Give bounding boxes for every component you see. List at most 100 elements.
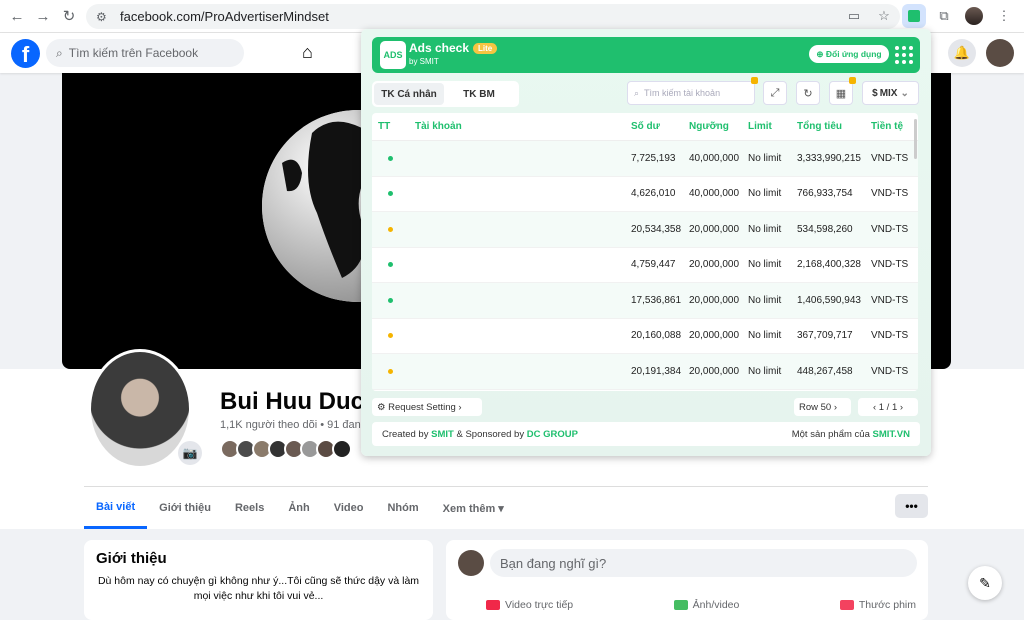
refresh-icon[interactable]: ↻ [796,81,820,105]
tab-posts[interactable]: Bài viết [84,487,148,529]
back-icon[interactable]: ← [4,3,30,29]
photo-video-button[interactable]: Ảnh/video [673,599,740,611]
table-row[interactable]: 4,626,010 40,000,000 No limit 766,933,754 VN… [372,177,918,212]
tab-personal-accounts[interactable]: TK Cá nhân [374,83,444,105]
column-limit[interactable]: Limit [748,121,797,132]
footer-product-label: Một sản phẩm của [791,428,870,440]
footer-created-by: Created by [382,428,429,440]
status-dot-icon [388,297,393,303]
limit-cell: No limit [748,223,782,235]
post-composer-input[interactable]: Bạn đang nghĩ gì? [490,549,917,577]
currency-cell: VND-TS [871,259,909,271]
table-row[interactable]: 4,759,447 20,000,000 No limit 2,168,400,328… [372,248,918,283]
notifications-bell-icon[interactable]: 🔔 [948,39,976,67]
photo-video-label: Ảnh/video [692,599,740,611]
profile-picture[interactable] [88,349,192,469]
spent-cell: 3,333,990,215 [797,152,861,164]
currency-mix-select[interactable]: $ MIX ⌄ [862,81,919,105]
limit-cell: No limit [748,294,782,306]
forward-icon[interactable]: → [30,3,56,29]
column-threshold[interactable]: Ngưỡng [689,121,748,132]
live-video-button[interactable]: Video trực tiếp [486,599,573,611]
spent-cell: 766,933,754 [797,188,853,200]
ads-check-footer: Created by SMIT & Sponsored by DC GROUP … [372,422,920,446]
column-tt[interactable]: TT [372,121,415,132]
tab-about[interactable]: Giới thiệu [147,487,223,529]
spent-cell: 1,406,590,943 [797,294,861,306]
smit-brand-link[interactable]: SMIT [431,429,454,440]
friends-avatars[interactable] [220,439,352,459]
site-settings-icon[interactable]: ⚙ [96,10,110,24]
pagination[interactable]: ‹ 1 / 1 › [858,398,918,416]
account-type-tabs: TK Cá nhân TK BM [372,81,519,107]
tab-videos[interactable]: Video [322,487,376,529]
friend-avatar[interactable] [332,439,352,459]
search-icon: ⌕ [634,87,640,98]
accounts-table: TT Tài khoản Số dư Ngưỡng Limit Tổng tiê… [372,113,918,391]
followers-count[interactable]: 1,1K người theo dõi • 91 đang [220,419,367,431]
edit-message-icon[interactable]: ✎ [968,566,1002,600]
currency-cell: VND-TS [871,152,909,164]
camera-icon[interactable]: 📷 [178,441,202,465]
switch-app-button[interactable]: ⊕ Đổi ứng dụng [809,45,889,63]
balance-cell: 4,626,010 [631,188,676,200]
address-bar[interactable]: ⚙ facebook.com/ProAdvertiserMindset [86,4,900,29]
facebook-search-input[interactable]: ⌕ Tìm kiếm trên Facebook [46,39,244,67]
limit-cell: No limit [748,188,782,200]
status-dot-icon [388,226,393,232]
tab-photos[interactable]: Ảnh [276,487,321,529]
account-avatar[interactable] [986,39,1014,67]
facebook-logo[interactable]: f [11,39,40,68]
bookmark-star-icon[interactable]: ☆ [872,4,896,28]
account-search-input[interactable]: ⌕ Tìm kiếm tài khoản [627,81,755,105]
browser-menu-icon[interactable]: ⋮ [992,4,1016,28]
expand-icon[interactable]: ⤢ [763,81,787,105]
profile-avatar[interactable] [962,4,986,28]
status-dot-icon [388,191,393,197]
column-balance[interactable]: Số dư [631,121,689,132]
live-video-label: Video trực tiếp [505,599,574,611]
account-search-placeholder: Tìm kiếm tài khoản [644,88,721,98]
table-row[interactable]: 20,534,358 20,000,000 No limit 534,598,260 V… [372,212,918,248]
reel-button[interactable]: Thước phim [839,599,916,611]
balance-cell: 20,534,358 [631,223,682,235]
currency-cell: VND-TS [871,223,909,235]
request-setting-button[interactable]: ⚙ Request Setting › [372,398,482,416]
balance-cell: 17,536,861 [631,294,682,306]
table-row[interactable]: 20,191,384 20,000,000 No limit 448,267,458 V… [372,354,918,390]
ads-check-extension-icon[interactable] [902,4,926,28]
footer-product-of: Một sản phẩm của SMIT.VN [792,429,910,440]
tab-groups[interactable]: Nhóm [375,487,430,529]
table-row[interactable]: 20,160,088 20,000,000 No limit 367,709,717 V… [372,319,918,354]
tab-bm-accounts[interactable]: TK BM [444,83,514,105]
status-cell [372,188,415,199]
lite-badge: Lite [473,43,498,55]
ads-check-logo: ADS [380,41,406,69]
reload-icon[interactable]: ↻ [56,3,82,29]
dc-group-link[interactable]: DC GROUP [527,429,578,440]
scrollbar[interactable] [914,119,917,159]
column-account[interactable]: Tài khoản [415,121,631,132]
smit-vn-link[interactable]: SMIT.VN [873,429,910,440]
tab-more[interactable]: Xem thêm ▾ [431,487,516,529]
limit-cell: No limit [748,152,782,164]
footer-credits: Created by SMIT & Sponsored by DC GROUP [382,429,578,440]
more-options-button[interactable]: ••• [895,494,928,518]
extensions-puzzle-icon[interactable]: ⧉ [932,4,956,28]
apps-grid-icon[interactable] [895,46,913,64]
column-currency[interactable]: Tiền tệ [871,121,917,132]
cast-icon[interactable]: ▭ [842,4,866,28]
table-row[interactable]: 7,725,193 40,000,000 No limit 3,333,990,215… [372,141,918,177]
calendar-icon[interactable]: ▦ [829,81,853,105]
home-icon[interactable]: ⌂ [302,42,313,63]
status-dot-icon [388,333,393,339]
chevron-down-icon: ⌄ [900,87,909,99]
rows-per-page-select[interactable]: Row 50 › [794,398,851,416]
balance-cell: 7,725,193 [631,152,676,164]
currency-cell: VND-TS [871,365,909,377]
table-row[interactable]: 17,536,861 20,000,000 No limit 1,406,590,94… [372,283,918,319]
tab-reels[interactable]: Reels [223,487,276,529]
threshold-cell: 20,000,000 [689,330,740,342]
column-total-spent[interactable]: Tổng tiêu [797,121,871,132]
avatar[interactable] [458,550,484,576]
